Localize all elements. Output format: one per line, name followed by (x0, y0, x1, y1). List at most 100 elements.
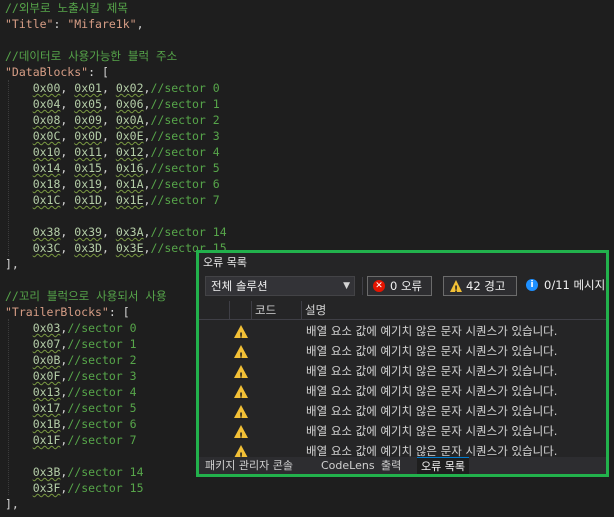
code-punctuation: , (136, 17, 144, 31)
code-punctuation: , (60, 113, 75, 127)
code-line: 0x10, 0x11, 0x12,//sector 4 (5, 144, 220, 160)
tab-2[interactable]: 출력 (377, 457, 405, 474)
code-punctuation: , (60, 225, 75, 239)
panel-title: 오류 목록 (203, 256, 247, 269)
code-number: 0x19 (74, 177, 102, 191)
code-punctuation: , (101, 177, 116, 191)
code-line: //외부로 노출시킬 제목 (5, 0, 128, 16)
code-line: 0x07,//sector 1 (5, 336, 137, 352)
code-number: 0x3B (32, 465, 61, 479)
code-number: 0x0A (115, 113, 144, 127)
code-comment: //sector 2 (150, 113, 220, 127)
code-comment: //sector 3 (67, 369, 137, 383)
code-number: 0x1A (115, 177, 144, 191)
code-string: "Mifare1k" (67, 17, 137, 31)
code-number: 0x07 (32, 337, 61, 351)
warning-icon (450, 280, 462, 299)
code-line: 0x0F,//sector 3 (5, 368, 137, 384)
code-number: 0x3F (32, 481, 61, 495)
code-number: 0x04 (32, 97, 61, 111)
error-list-row[interactable]: 배열 요소 값에 예기치 않은 문자 시퀀스가 있습니다. (199, 421, 606, 447)
code-number: 0x09 (74, 113, 102, 127)
tab-0[interactable]: 패키지 관리자 콘솔 (201, 457, 297, 474)
code-string: "DataBlocks" (5, 65, 89, 79)
code-comment: //sector 0 (150, 81, 220, 95)
code-number: 0x1E (115, 193, 144, 207)
code-comment: //sector 14 (67, 465, 144, 479)
code-punctuation: , (101, 81, 116, 95)
error-list-row[interactable]: 배열 요소 값에 예기치 않은 문자 시퀀스가 있습니다. (199, 381, 606, 407)
error-description: 배열 요소 값에 예기치 않은 문자 시퀀스가 있습니다. (306, 324, 558, 338)
code-number: 0x0F (32, 369, 61, 383)
toolbar-divider (362, 277, 363, 295)
code-line: 0x0B,//sector 2 (5, 352, 137, 368)
code-punctuation: , (60, 241, 75, 255)
code-number: 0x1C (32, 193, 61, 207)
code-comment: //sector 1 (150, 97, 220, 111)
error-list-row[interactable]: 배열 요소 값에 예기치 않은 문자 시퀀스가 있습니다. (199, 341, 606, 367)
messages-filter-button[interactable]: i 0/11 메시지 (524, 276, 606, 296)
code-number: 0x1F (32, 433, 61, 447)
code-line: 0x13,//sector 4 (5, 384, 137, 400)
errors-filter-label: 0 오류 (390, 279, 423, 293)
code-number: 0x02 (115, 81, 144, 95)
code-number: 0x18 (32, 177, 61, 191)
code-punctuation: , (60, 177, 75, 191)
code-line: 0x38, 0x39, 0x3A,//sector 14 (5, 224, 227, 240)
warning-icon (234, 325, 248, 347)
code-number: 0x0C (32, 129, 61, 143)
error-list-row[interactable]: 배열 요소 값에 예기치 않은 문자 시퀀스가 있습니다. (199, 401, 606, 427)
error-icon: ✕ (373, 280, 385, 292)
code-number: 0x05 (74, 97, 102, 111)
scope-dropdown[interactable]: 전체 솔루션 ▼ (205, 276, 355, 296)
info-icon: i (526, 279, 538, 291)
code-line: "Title": "Mifare1k", (5, 16, 144, 32)
error-list-toolbar: 전체 솔루션 ▼ ✕ 0 오류 42 경고 i 0/11 메시지 (199, 273, 606, 299)
indent-guide (8, 319, 10, 495)
code-number: 0x14 (32, 161, 61, 175)
code-line: 0x08, 0x09, 0x0A,//sector 2 (5, 112, 220, 128)
code-number: 0x3A (115, 225, 144, 239)
code-number: 0x17 (32, 401, 61, 415)
code-number: 0x01 (74, 81, 102, 95)
code-comment: //sector 4 (150, 145, 220, 159)
warnings-filter-button[interactable]: 42 경고 (443, 276, 517, 299)
error-description: 배열 요소 값에 예기치 않은 문자 시퀀스가 있습니다. (306, 424, 558, 438)
error-description: 배열 요소 값에 예기치 않은 문자 시퀀스가 있습니다. (306, 384, 558, 398)
code-number: 0x08 (32, 113, 61, 127)
column-header-code[interactable]: 코드 (251, 301, 301, 319)
code-number: 0x3D (74, 241, 102, 255)
code-line: "DataBlocks": [ (5, 64, 109, 80)
code-comment: //sector 15 (67, 481, 144, 495)
code-comment: //sector 6 (150, 177, 220, 191)
chevron-down-icon: ▼ (343, 281, 350, 291)
tab-1[interactable]: CodeLens (317, 457, 379, 474)
code-number: 0x15 (74, 161, 102, 175)
code-punctuation: , (101, 97, 116, 111)
code-number: 0x06 (115, 97, 144, 111)
code-comment: //sector 3 (150, 129, 220, 143)
code-line: 0x3F,//sector 15 (5, 480, 144, 496)
code-line: //꼬리 블럭으로 사용되서 사용 (5, 288, 167, 304)
code-number: 0x12 (115, 145, 144, 159)
code-line: 0x04, 0x05, 0x06,//sector 1 (5, 96, 220, 112)
error-list-row[interactable]: 배열 요소 값에 예기치 않은 문자 시퀀스가 있습니다. (199, 321, 606, 347)
column-header-severity[interactable] (229, 301, 251, 319)
code-comment: //꼬리 블럭으로 사용되서 사용 (5, 289, 167, 303)
errors-filter-button[interactable]: ✕ 0 오류 (367, 276, 432, 296)
error-list-row[interactable]: 배열 요소 값에 예기치 않은 문자 시퀀스가 있습니다. (199, 361, 606, 387)
warning-icon (234, 365, 248, 387)
messages-filter-label: 0/11 메시지 (544, 278, 606, 292)
code-punctuation: , (101, 161, 116, 175)
code-comment: //sector 2 (67, 353, 137, 367)
code-line: 0x1C, 0x1D, 0x1E,//sector 7 (5, 192, 220, 208)
code-string: "TrailerBlocks" (5, 305, 109, 319)
tab-3[interactable]: 오류 목록 (417, 457, 469, 474)
code-punctuation: , (60, 161, 75, 175)
code-punctuation: : (53, 17, 68, 31)
warning-icon (234, 345, 248, 367)
code-comment: //sector 5 (67, 401, 137, 415)
code-number: 0x0E (115, 129, 144, 143)
column-header-description[interactable]: 설명 (301, 301, 606, 319)
code-punctuation: , (60, 193, 75, 207)
